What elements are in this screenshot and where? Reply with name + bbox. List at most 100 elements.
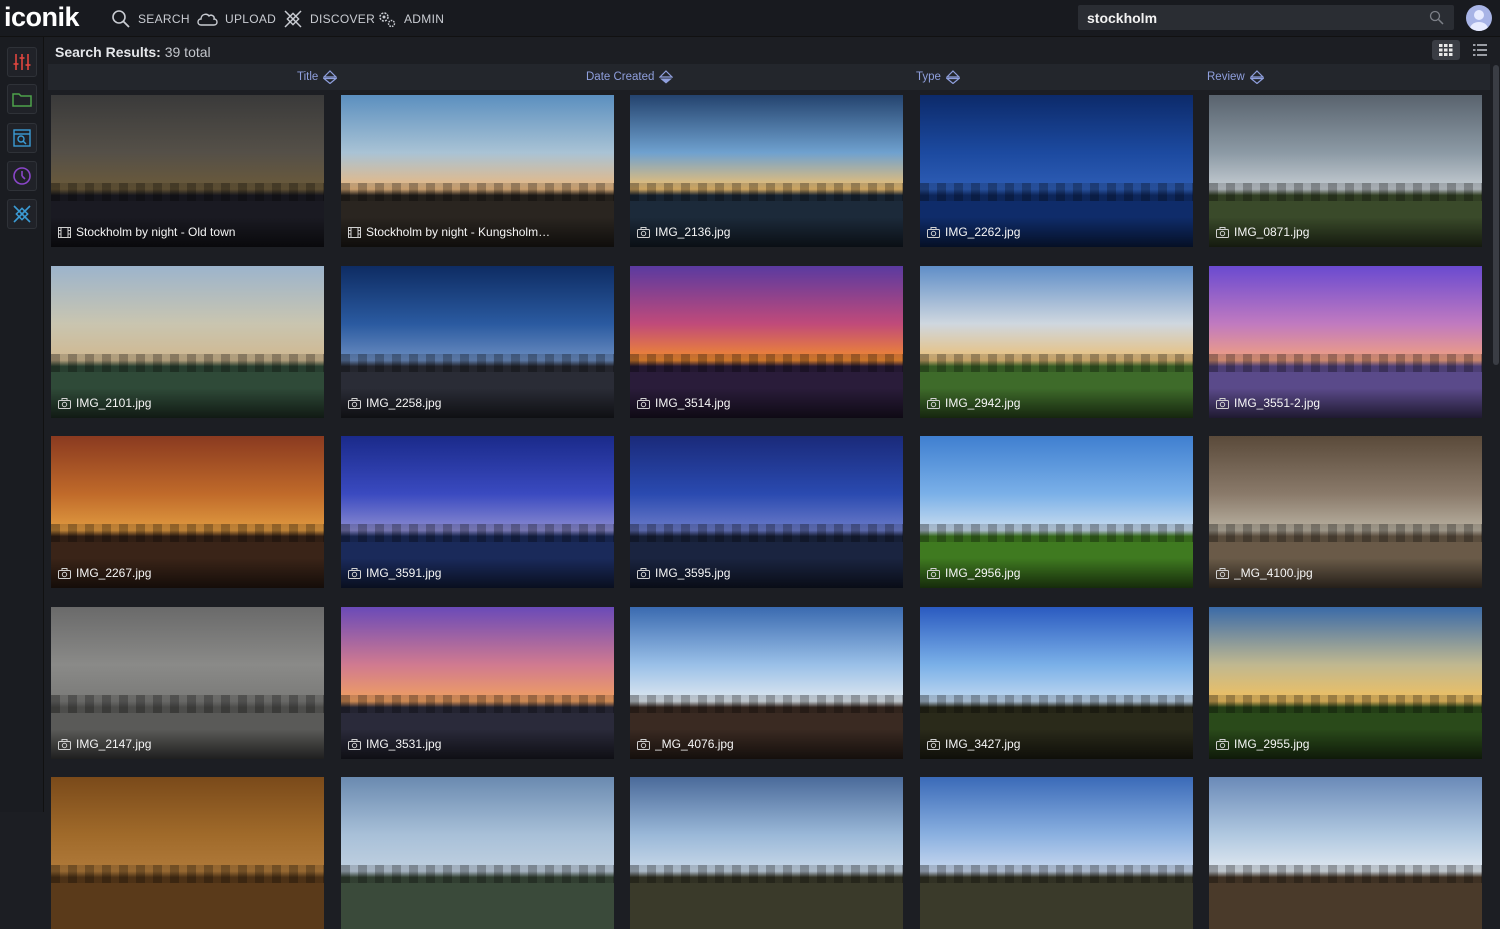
camera-icon xyxy=(1216,398,1229,409)
asset-tile[interactable]: Stockholm by night - Old town xyxy=(51,95,324,247)
asset-title: IMG_2258.jpg xyxy=(366,396,442,410)
asset-thumbnail xyxy=(920,777,1193,929)
asset-tile[interactable]: Stockholm by night - Kungsholm… xyxy=(341,95,614,247)
asset-tile[interactable]: IMG_3427.jpg xyxy=(920,607,1193,759)
asset-title: IMG_2101.jpg xyxy=(76,396,152,410)
asset-caption: IMG_2147.jpg xyxy=(51,729,324,759)
collection-search-icon[interactable] xyxy=(7,123,37,153)
search-box[interactable] xyxy=(1078,5,1454,30)
list-view-button[interactable] xyxy=(1468,40,1492,60)
asset-caption: IMG_2101.jpg xyxy=(51,388,324,418)
camera-icon xyxy=(927,227,940,238)
asset-tile[interactable] xyxy=(1209,777,1482,929)
asset-tile[interactable]: IMG_2101.jpg xyxy=(51,266,324,418)
sort-title[interactable]: Title xyxy=(297,70,338,84)
asset-tile[interactable]: IMG_3591.jpg xyxy=(341,436,614,588)
asset-caption: Stockholm by night - Kungsholm… xyxy=(341,217,614,247)
asset-tile[interactable]: IMG_2956.jpg xyxy=(920,436,1193,588)
thumbnail-silhouette xyxy=(920,695,1193,714)
camera-icon xyxy=(927,739,940,750)
results-count: 39 total xyxy=(164,44,211,60)
nav-admin[interactable]: ADMIN xyxy=(377,0,444,37)
sort-review-label: Review xyxy=(1207,71,1245,83)
thumbnail-silhouette xyxy=(341,183,614,202)
asset-tile[interactable] xyxy=(51,777,324,929)
asset-tile[interactable] xyxy=(630,777,903,929)
folder-icon[interactable] xyxy=(7,84,37,114)
nav-upload-label: UPLOAD xyxy=(225,11,277,26)
list-icon xyxy=(1473,44,1487,56)
asset-caption: _MG_4100.jpg xyxy=(1209,558,1482,588)
history-icon[interactable] xyxy=(7,161,37,191)
cloud-icon xyxy=(197,13,218,26)
sort-title-label: Title xyxy=(297,71,319,83)
thumbnail-silhouette xyxy=(341,865,614,884)
asset-caption: IMG_3427.jpg xyxy=(920,729,1193,759)
nav-discover[interactable]: DISCOVER xyxy=(283,0,375,37)
sort-icon xyxy=(1249,70,1264,84)
asset-tile[interactable]: IMG_2262.jpg xyxy=(920,95,1193,247)
asset-tile[interactable]: IMG_2942.jpg xyxy=(920,266,1193,418)
thumbnail-silhouette xyxy=(630,695,903,714)
camera-icon xyxy=(58,398,71,409)
camera-icon xyxy=(348,568,361,579)
asset-tile[interactable]: IMG_3551-2.jpg xyxy=(1209,266,1482,418)
thumbnail-silhouette xyxy=(1209,183,1482,202)
asset-tile[interactable]: IMG_2267.jpg xyxy=(51,436,324,588)
camera-icon xyxy=(637,227,650,238)
discover-icon[interactable] xyxy=(7,199,37,229)
sort-type-label: Type xyxy=(916,71,941,83)
search-input[interactable] xyxy=(1078,5,1418,30)
asset-caption: IMG_0871.jpg xyxy=(1209,217,1482,247)
nav-discover-label: DISCOVER xyxy=(310,11,376,26)
sort-date-created[interactable]: Date Created xyxy=(586,70,674,84)
asset-title: IMG_3427.jpg xyxy=(945,737,1021,751)
asset-tile[interactable]: _MG_4100.jpg xyxy=(1209,436,1482,588)
thumbnail-silhouette xyxy=(51,524,324,543)
thumbnail-silhouette xyxy=(630,183,903,202)
camera-icon xyxy=(927,398,940,409)
sort-type[interactable]: Type xyxy=(916,70,960,84)
asset-title: _MG_4076.jpg xyxy=(655,737,734,751)
asset-tile[interactable] xyxy=(341,777,614,929)
asset-tile[interactable]: IMG_3514.jpg xyxy=(630,266,903,418)
asset-title: _MG_4100.jpg xyxy=(1234,566,1313,580)
asset-tile[interactable]: IMG_0871.jpg xyxy=(1209,95,1482,247)
asset-caption: IMG_3595.jpg xyxy=(630,558,903,588)
asset-title: IMG_2136.jpg xyxy=(655,225,731,239)
nav-search[interactable]: SEARCH xyxy=(111,0,190,37)
scrollbar-thumb[interactable] xyxy=(1493,65,1499,365)
asset-thumbnail xyxy=(1209,777,1482,929)
thumbnail-silhouette xyxy=(341,695,614,714)
asset-tile[interactable]: _MG_4076.jpg xyxy=(630,607,903,759)
camera-icon xyxy=(927,568,940,579)
asset-tile[interactable]: IMG_3531.jpg xyxy=(341,607,614,759)
asset-caption: Stockholm by night - Old town xyxy=(51,217,324,247)
nav-search-label: SEARCH xyxy=(138,11,190,26)
asset-title: IMG_2942.jpg xyxy=(945,396,1021,410)
asset-tile[interactable]: IMG_2955.jpg xyxy=(1209,607,1482,759)
asset-tile[interactable]: IMG_2258.jpg xyxy=(341,266,614,418)
app-logo[interactable]: iconik xyxy=(4,2,80,33)
search-icon[interactable] xyxy=(1429,10,1444,25)
results-title: Search Results: 39 total xyxy=(55,44,211,60)
asset-title: IMG_3591.jpg xyxy=(366,566,442,580)
asset-title: Stockholm by night - Old town xyxy=(76,225,236,239)
left-sidebar xyxy=(0,37,44,812)
asset-tile[interactable]: IMG_2147.jpg xyxy=(51,607,324,759)
grid-view-button[interactable] xyxy=(1432,40,1460,60)
sliders-icon[interactable] xyxy=(7,47,37,77)
asset-title: IMG_3551-2.jpg xyxy=(1234,396,1321,410)
asset-tile[interactable]: IMG_3595.jpg xyxy=(630,436,903,588)
camera-icon xyxy=(637,398,650,409)
search-icon xyxy=(112,9,130,28)
thumbnail-silhouette xyxy=(51,354,324,373)
asset-tile[interactable]: IMG_2136.jpg xyxy=(630,95,903,247)
nav-upload[interactable]: UPLOAD xyxy=(196,0,276,37)
user-avatar[interactable] xyxy=(1466,5,1492,31)
asset-title: IMG_3514.jpg xyxy=(655,396,731,410)
asset-title: IMG_2955.jpg xyxy=(1234,737,1310,751)
asset-title: IMG_2262.jpg xyxy=(945,225,1021,239)
sort-review[interactable]: Review xyxy=(1207,70,1264,84)
asset-tile[interactable] xyxy=(920,777,1193,929)
